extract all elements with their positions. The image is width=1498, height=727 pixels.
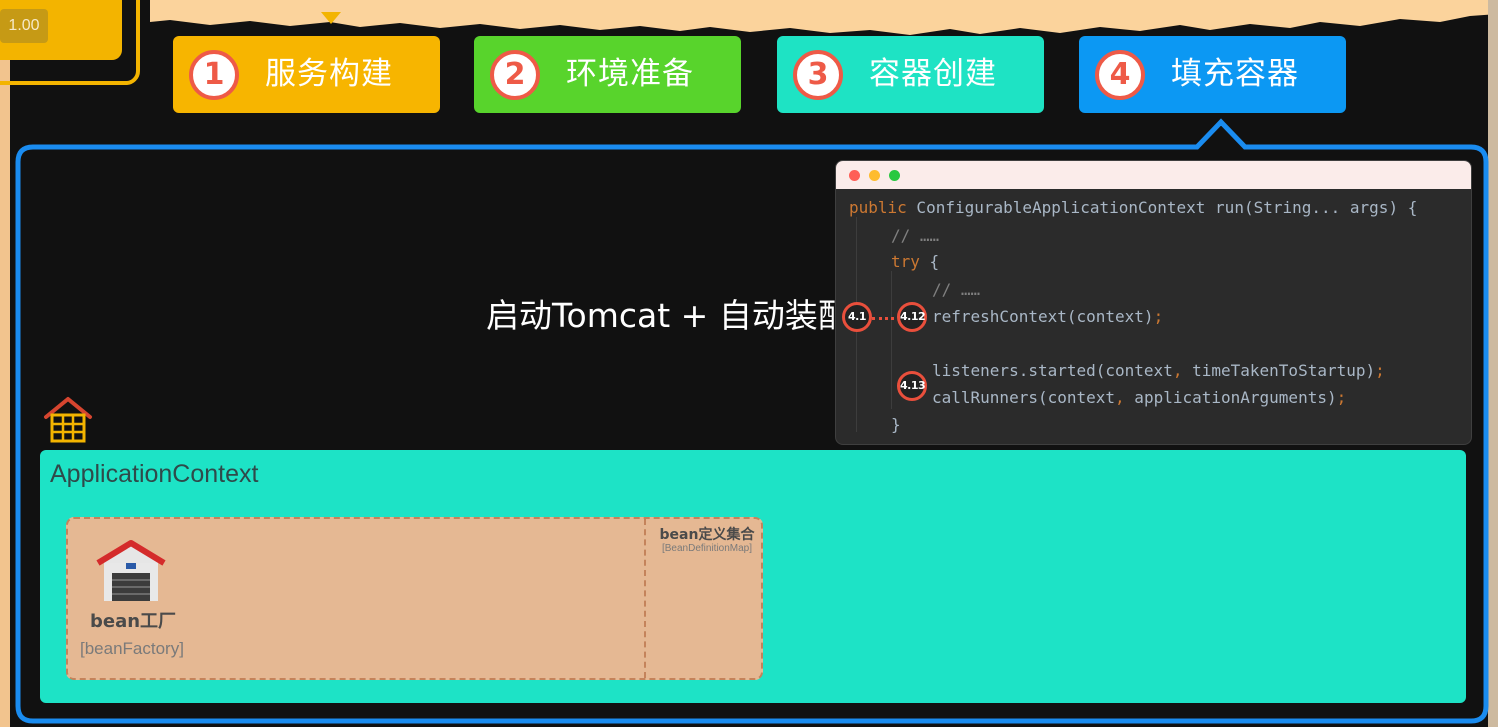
marker-4-1[interactable]: 4.1 xyxy=(842,302,872,332)
step-tab-3[interactable]: 3 容器创建 xyxy=(777,36,1044,113)
section-heading: 启动Tomcat + 自动装配 xyxy=(486,296,851,335)
code-keyword: public xyxy=(849,198,907,217)
zoom-badge[interactable]: 1.00 xyxy=(0,9,48,43)
step-label: 容器创建 xyxy=(869,56,997,92)
indent-guide xyxy=(891,271,892,409)
step-number-badge: 3 xyxy=(793,50,843,100)
step-tab-2[interactable]: 2 环境准备 xyxy=(474,36,741,113)
code-line-2: // …… xyxy=(891,226,940,245)
step-tab-1[interactable]: 1 服务构建 xyxy=(173,36,440,113)
garage-icon xyxy=(96,540,166,601)
maximize-dot-icon xyxy=(889,170,900,181)
bean-definition-title: bean定义集合 xyxy=(659,527,755,543)
paper-edge-left xyxy=(0,40,10,727)
application-context-label: ApplicationContext xyxy=(50,460,259,488)
step-label: 填充容器 xyxy=(1171,56,1299,92)
code-text: callRunners(context xyxy=(932,388,1116,407)
step-number-badge: 2 xyxy=(490,50,540,100)
code-text: timeTakenToStartup) xyxy=(1182,361,1376,380)
code-text: listeners.started(context xyxy=(932,361,1173,380)
code-keyword: try xyxy=(891,252,920,271)
bean-factory-box: bean工厂 [beanFactory] bean定义集合 [BeanDefin… xyxy=(66,517,763,680)
bean-factory-title: bean工厂 xyxy=(90,611,177,632)
marker-connector xyxy=(872,317,894,320)
marker-4-12[interactable]: 4.12 xyxy=(897,302,927,332)
step-number-badge: 4 xyxy=(1095,50,1145,100)
step-tab-4-active[interactable]: 4 填充容器 xyxy=(1079,36,1346,113)
close-dot-icon xyxy=(849,170,860,181)
step-1-pointer xyxy=(321,12,341,24)
code-punct: , xyxy=(1115,388,1125,407)
code-line-5: refreshContext(context); xyxy=(932,306,1163,328)
code-line-7: callRunners(context, applicationArgument… xyxy=(932,387,1346,409)
code-line-1: public ConfigurableApplicationContext ru… xyxy=(849,197,1417,219)
code-punct: ; xyxy=(1336,388,1347,407)
bean-factory-subtitle: [beanFactory] xyxy=(80,639,184,658)
step-number-badge: 1 xyxy=(189,50,239,100)
code-text: { xyxy=(919,252,940,271)
bean-definition-subtitle: [BeanDefinitionMap] xyxy=(661,543,753,554)
code-line-6: listeners.started(context, timeTakenToSt… xyxy=(932,360,1385,382)
code-text: refreshContext(context) xyxy=(932,307,1154,326)
bean-box-divider xyxy=(644,519,646,678)
code-line-4: // …… xyxy=(932,280,981,299)
application-context-container: ApplicationContext bean工厂 [beanFactory] … xyxy=(40,450,1466,703)
code-window-titlebar xyxy=(836,161,1471,189)
code-line-3: try { xyxy=(891,251,939,273)
step-label: 服务构建 xyxy=(265,56,393,92)
code-line-8: } xyxy=(891,415,901,434)
code-punct: ; xyxy=(1375,361,1385,380)
paper-edge-right xyxy=(1488,0,1498,727)
minimize-dot-icon xyxy=(869,170,880,181)
step-label: 环境准备 xyxy=(566,56,694,92)
code-window: public ConfigurableApplicationContext ru… xyxy=(835,160,1472,445)
house-icon xyxy=(44,397,92,443)
code-text: applicationArguments) xyxy=(1124,388,1337,407)
code-text: ConfigurableApplicationContext run(Strin… xyxy=(906,198,1418,217)
code-punct: ; xyxy=(1153,307,1164,326)
marker-4-13[interactable]: 4.13 xyxy=(897,371,927,401)
